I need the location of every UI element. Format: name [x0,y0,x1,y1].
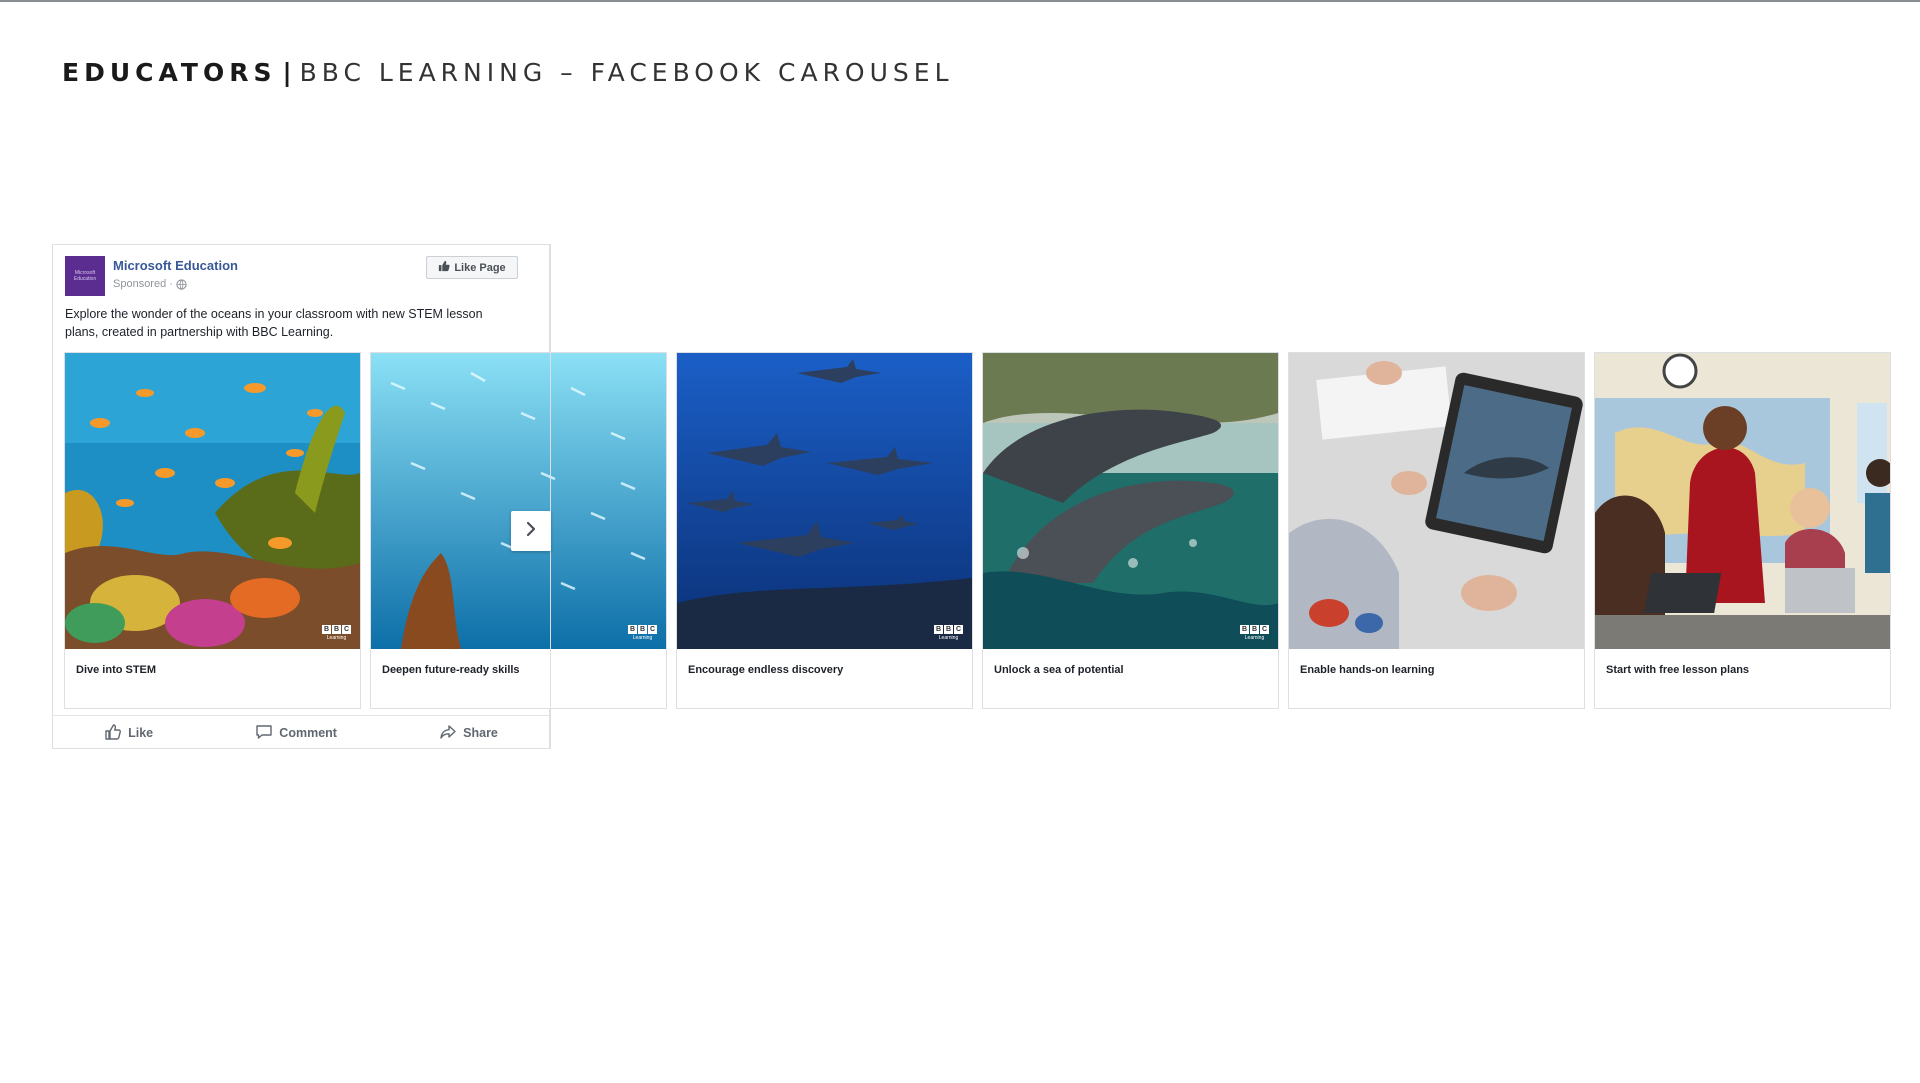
post-actions-bar: Like Comment Share [53,715,549,750]
slide-title-separator: | [282,58,292,87]
page-avatar-text: Microsoft Education [73,270,97,282]
slide-title-light: BBC LEARNING – FACEBOOK CAROUSEL [299,58,954,87]
student-tablet-image [1289,353,1584,649]
slide-title: EDUCATORS | BBC LEARNING – FACEBOOK CAROUS… [62,58,954,87]
chevron-right-icon [523,521,539,542]
bbc-learning-logo: BBC Learning [322,625,351,641]
carousel-card-5[interactable]: Enable hands-on learning [1288,352,1585,709]
bbc-learning-logo: BBC Learning [628,625,657,641]
slide-title-bold: EDUCATORS [62,58,277,87]
fish-school-image: BBC Learning [371,353,666,649]
comment-button[interactable]: Comment [255,723,337,744]
page-avatar[interactable]: Microsoft Education [65,256,105,296]
like-page-label: Like Page [454,261,506,274]
sponsored-text: Sponsored · [113,278,173,290]
like-button[interactable]: Like [104,723,153,744]
classroom-image [1595,353,1890,649]
post-text: Explore the wonder of the oceans in your… [65,307,483,339]
carousel-card-6[interactable]: Start with free lesson plans [1594,352,1891,709]
comment-bubble-icon [255,723,273,744]
post-right-border [550,244,551,749]
share-button[interactable]: Share [439,723,498,744]
like-icon [104,723,122,744]
like-page-button[interactable]: Like Page [426,256,518,279]
page-name-link[interactable]: Microsoft Education [113,258,238,273]
card-caption[interactable]: Unlock a sea of potential [994,664,1124,676]
card-caption[interactable]: Encourage endless discovery [688,664,843,676]
carousel-card-3[interactable]: BBC Learning Encourage endless discovery [676,352,973,709]
top-rule [0,0,1920,2]
share-label: Share [463,726,498,740]
carousel-next-button[interactable] [511,511,551,551]
carousel-card-4[interactable]: BBC Learning Unlock a sea of potential [982,352,1279,709]
share-arrow-icon [439,723,457,744]
like-thumb-icon [438,260,450,275]
carousel-card-1[interactable]: BBC Learning Dive into STEM [64,352,361,709]
bbc-learning-logo: BBC Learning [934,625,963,641]
card-caption[interactable]: Start with free lesson plans [1606,664,1749,676]
bbc-learning-logo: BBC Learning [1240,625,1269,641]
card-caption[interactable]: Deepen future-ready skills [382,664,520,676]
sponsored-label: Sponsored · [113,278,187,290]
comment-label: Comment [279,726,337,740]
sharks-image: BBC Learning [677,353,972,649]
globe-icon [176,278,187,290]
card-caption[interactable]: Dive into STEM [76,664,156,676]
coral-reef-image: BBC Learning [65,353,360,649]
card-caption[interactable]: Enable hands-on learning [1300,664,1434,676]
like-label: Like [128,726,154,740]
dolphins-image: BBC Learning [983,353,1278,649]
